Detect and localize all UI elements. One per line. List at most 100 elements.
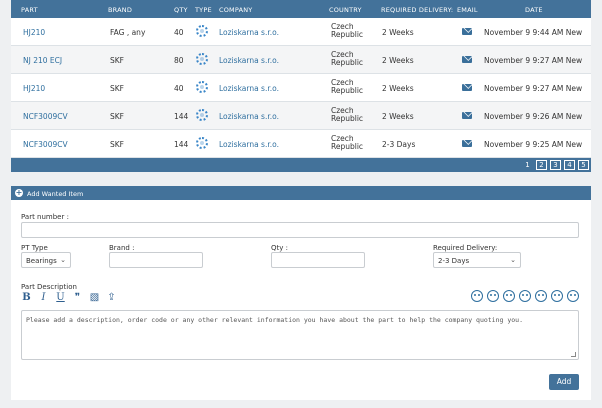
- devil-emoji-icon[interactable]: [551, 290, 563, 302]
- wink-emoji-icon[interactable]: [535, 290, 547, 302]
- col-qty[interactable]: QTY: [174, 6, 188, 14]
- qty-label: Qty :: [271, 244, 288, 252]
- bearing-type-icon: [196, 137, 208, 149]
- panel-header: + Add Wanted Item: [11, 186, 591, 200]
- pt-type-label: PT Type: [21, 244, 48, 252]
- pagination: 1 2 3 4 5: [522, 160, 589, 170]
- delivery-cell: 2-3 Days: [382, 140, 416, 149]
- brand-cell: SKF: [110, 56, 124, 65]
- qty-cell: 144: [174, 112, 189, 121]
- table-row: NCF3009CV SKF 144 Loziskarna s.r.o. Czec…: [11, 102, 591, 130]
- col-part[interactable]: PART: [21, 6, 38, 14]
- add-wanted-item-panel: + Add Wanted Item Part number : PT Type …: [11, 186, 591, 400]
- qty-input[interactable]: [271, 252, 365, 268]
- table-row: NJ 210 ECJ SKF 80 Loziskarna s.r.o. Czec…: [11, 46, 591, 74]
- neutral-emoji-icon[interactable]: [519, 290, 531, 302]
- col-delivery[interactable]: REQUIRED DELIVERY:: [381, 6, 453, 14]
- bold-button[interactable]: B: [21, 292, 32, 303]
- brand-cell: SKF: [110, 140, 124, 149]
- col-type[interactable]: TYPE: [195, 6, 212, 14]
- part-link[interactable]: NCF3009CV: [23, 140, 68, 149]
- delivery-cell: 2 Weeks: [382, 28, 414, 37]
- emoji-picker: [471, 290, 579, 302]
- company-link[interactable]: Loziskarna s.r.o.: [219, 28, 279, 37]
- col-date[interactable]: DATE: [525, 6, 543, 14]
- smile-emoji-icon[interactable]: [471, 290, 483, 302]
- qty-cell: 40: [174, 84, 184, 93]
- country-line-2: Republic: [331, 142, 364, 151]
- add-button[interactable]: Add: [549, 374, 579, 390]
- surprised-emoji-icon[interactable]: [567, 290, 579, 302]
- country-cell: Czech Republic: [331, 79, 363, 95]
- page-5-button[interactable]: 5: [578, 160, 589, 170]
- date-cell: November 9 9:27 AM New: [484, 56, 583, 65]
- table-row: HJ210 SKF 40 Loziskarna s.r.o. Czech Repu…: [11, 74, 591, 102]
- frown-emoji-icon[interactable]: [487, 290, 499, 302]
- delivery-cell: 2 Weeks: [382, 112, 414, 121]
- chevron-down-icon: ⌄: [510, 256, 516, 264]
- part-description-textarea[interactable]: Please add a description, order code or …: [21, 310, 579, 360]
- part-link[interactable]: HJ210: [23, 84, 45, 93]
- country-line-2: Republic: [331, 114, 364, 123]
- delivery-cell: 2 Weeks: [382, 56, 414, 65]
- page-3-button[interactable]: 3: [550, 160, 561, 170]
- editor-toolbar: B I U ❞ ▧ ⇪: [21, 292, 117, 303]
- country-line-2: Republic: [331, 58, 364, 67]
- company-link[interactable]: Loziskarna s.r.o.: [219, 84, 279, 93]
- brand-cell: SKF: [110, 84, 124, 93]
- country-line-2: Republic: [331, 86, 364, 95]
- bearing-type-icon: [196, 53, 208, 65]
- plus-icon: +: [15, 188, 23, 197]
- envelope-icon[interactable]: [462, 112, 472, 119]
- table-row: HJ210 FAG , any 40 Loziskarna s.r.o. Cze…: [11, 18, 591, 46]
- panel-title: Add Wanted Item: [27, 190, 84, 198]
- part-number-input[interactable]: [21, 222, 579, 238]
- upload-icon[interactable]: ⇪: [106, 292, 117, 303]
- date-cell: November 9 9:25 AM New: [484, 140, 583, 149]
- col-email[interactable]: EMAIL: [457, 6, 478, 14]
- italic-button[interactable]: I: [38, 292, 49, 303]
- part-link[interactable]: HJ210: [23, 28, 45, 37]
- part-description-label: Part Description: [21, 283, 77, 291]
- brand-label: Brand :: [109, 244, 135, 252]
- qty-cell: 80: [174, 56, 184, 65]
- country-cell: Czech Republic: [331, 107, 363, 123]
- grin-emoji-icon[interactable]: [503, 290, 515, 302]
- company-link[interactable]: Loziskarna s.r.o.: [219, 56, 279, 65]
- date-cell: November 9 9:27 AM New: [484, 84, 583, 93]
- bearing-type-icon: [196, 109, 208, 121]
- company-link[interactable]: Loziskarna s.r.o.: [219, 112, 279, 121]
- image-icon[interactable]: ▧: [89, 292, 100, 303]
- description-placeholder: Please add a description, order code or …: [26, 316, 523, 324]
- table-row: NCF3009CV SKF 144 Loziskarna s.r.o. Czec…: [11, 130, 591, 158]
- page-1-button[interactable]: 1: [522, 160, 533, 170]
- col-brand[interactable]: BRAND: [108, 6, 132, 14]
- col-company[interactable]: COMPANY: [219, 6, 252, 14]
- col-country[interactable]: COUNTRY: [329, 6, 362, 14]
- page-4-button[interactable]: 4: [564, 160, 575, 170]
- underline-button[interactable]: U: [55, 292, 66, 303]
- company-link[interactable]: Loziskarna s.r.o.: [219, 140, 279, 149]
- pt-type-select[interactable]: Bearings ⌄: [21, 252, 71, 268]
- part-link[interactable]: NCF3009CV: [23, 112, 68, 121]
- date-cell: November 9 9:44 AM New: [484, 28, 583, 37]
- envelope-icon[interactable]: [462, 140, 472, 147]
- qty-cell: 40: [174, 28, 184, 37]
- quote-icon[interactable]: ❞: [72, 292, 83, 303]
- brand-cell: SKF: [110, 112, 124, 121]
- wanted-items-table: PART BRAND QTY TYPE COMPANY COUNTRY REQU…: [11, 0, 591, 172]
- part-link[interactable]: NJ 210 ECJ: [23, 56, 62, 65]
- envelope-icon[interactable]: [462, 56, 472, 63]
- chevron-down-icon: ⌄: [60, 256, 66, 264]
- required-delivery-value: 2-3 Days: [438, 257, 470, 265]
- qty-cell: 144: [174, 140, 189, 149]
- envelope-icon[interactable]: [462, 84, 472, 91]
- brand-input[interactable]: [109, 252, 203, 268]
- required-delivery-select[interactable]: 2-3 Days ⌄: [433, 252, 521, 268]
- envelope-icon[interactable]: [462, 28, 472, 35]
- page-2-button[interactable]: 2: [536, 160, 547, 170]
- table-header: PART BRAND QTY TYPE COMPANY COUNTRY REQU…: [11, 0, 591, 18]
- required-delivery-label: Required Delivery:: [433, 244, 498, 252]
- resize-handle-icon[interactable]: [571, 352, 576, 357]
- pt-type-value: Bearings: [26, 257, 57, 265]
